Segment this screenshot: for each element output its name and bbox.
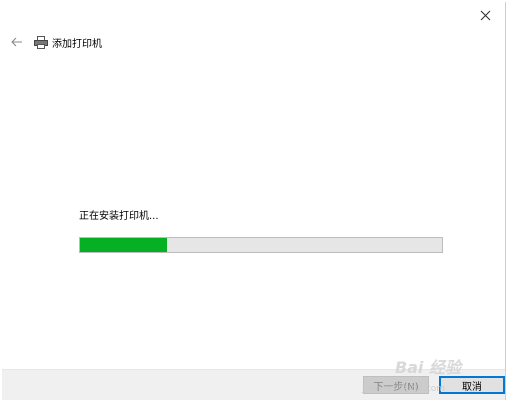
install-progress-bar — [79, 237, 443, 253]
watermark-url: jingyan.baidu.com — [361, 384, 445, 394]
window-title: 添加打印机 — [52, 38, 102, 50]
window-header: 添加打印机 — [10, 32, 102, 52]
close-button[interactable] — [475, 5, 495, 25]
install-status-text: 正在安装打印机... — [79, 211, 159, 222]
watermark-logo: Bai 经验 — [394, 358, 461, 377]
add-printer-window: 添加打印机 正在安装打印机... 下一步(N) 取消 Bai 经验 jingya… — [2, 2, 506, 400]
cancel-button[interactable]: 取消 — [439, 376, 505, 394]
progress-fill — [80, 238, 167, 252]
back-button[interactable] — [10, 35, 24, 49]
close-icon — [480, 10, 490, 20]
printer-icon — [34, 35, 48, 49]
back-arrow-icon — [11, 37, 22, 47]
